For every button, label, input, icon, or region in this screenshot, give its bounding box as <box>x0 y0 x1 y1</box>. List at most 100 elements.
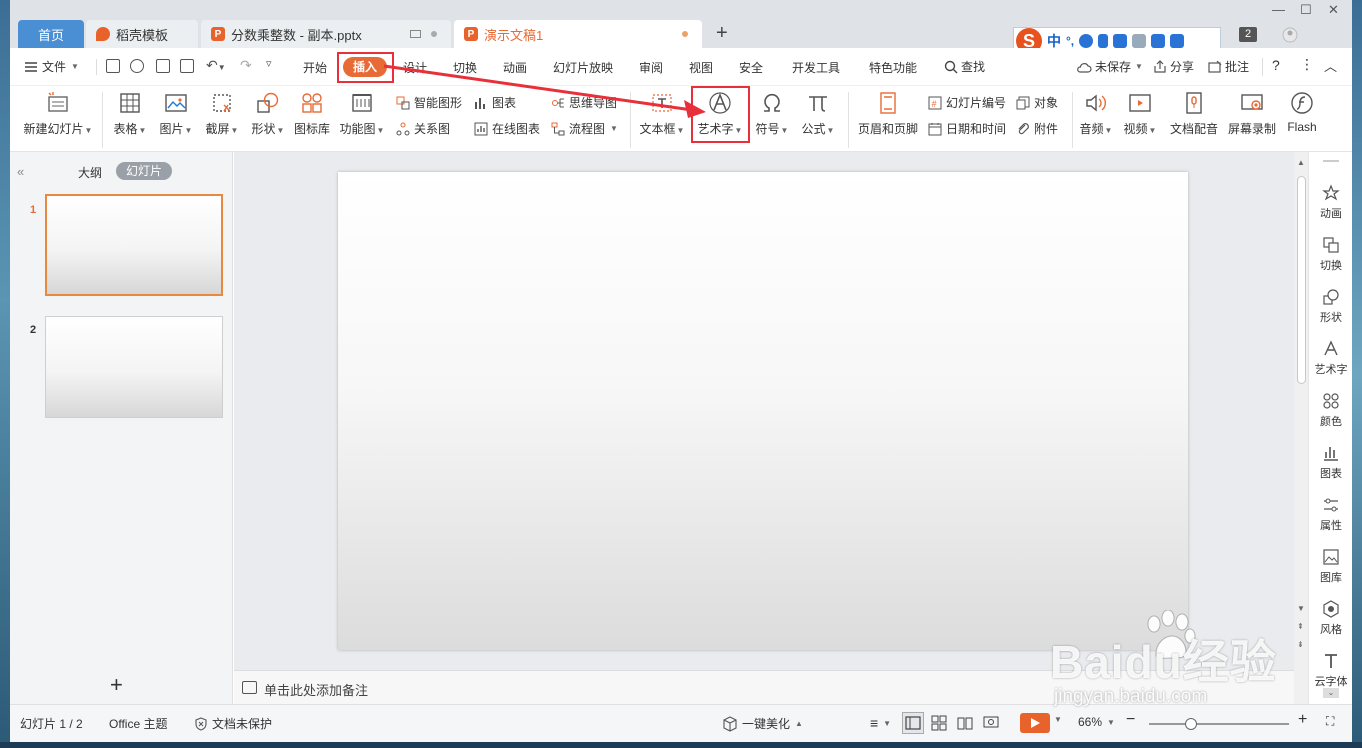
sidebar-wordart[interactable]: 艺术字 <box>1309 340 1353 377</box>
add-slide-plus-icon[interactable]: + <box>110 672 123 698</box>
zoom-slider-knob[interactable] <box>1185 718 1197 730</box>
ime-toolbox-icon[interactable] <box>1170 34 1185 48</box>
file-menu[interactable]: 文件 ▼ <box>24 58 79 75</box>
flash-button[interactable]: Flash <box>1282 86 1322 134</box>
sidebar-gallery[interactable]: 图库 <box>1309 548 1353 585</box>
fit-window-icon[interactable]: ⛶ <box>1326 714 1334 729</box>
header-footer-button[interactable]: 页眉和页脚 <box>856 86 920 137</box>
maximize-icon[interactable]: ☐ <box>1300 2 1312 18</box>
scroll-up-arrow-icon[interactable]: ▲ <box>1297 158 1305 167</box>
slide-thumbnail-1[interactable] <box>45 194 223 296</box>
sidebar-properties[interactable]: 属性 <box>1309 496 1353 533</box>
current-slide[interactable] <box>338 172 1188 650</box>
zoom-in-icon[interactable]: + <box>1298 711 1307 729</box>
textbox-label: 文本框 <box>639 122 676 136</box>
presenter-view-icon[interactable] <box>983 715 999 731</box>
annotate-button[interactable]: 批注 <box>1208 58 1249 75</box>
relation-chart-button[interactable]: 关系图 <box>396 120 450 137</box>
ime-skin-icon[interactable] <box>1151 34 1166 48</box>
help-icon[interactable]: ? <box>1272 57 1280 73</box>
new-tab-plus-icon[interactable]: + <box>716 22 728 45</box>
slides-tab[interactable]: 幻灯片 <box>116 162 172 180</box>
screenshot-button[interactable]: 截屏▼ <box>202 86 242 137</box>
attachment-button[interactable]: 附件 <box>1016 120 1058 137</box>
menu-features[interactable]: 特色功能 <box>869 59 917 76</box>
zoom-slider[interactable] <box>1149 718 1289 730</box>
tab-active-document[interactable]: P 演示文稿1 <box>454 20 702 48</box>
minimize-icon[interactable]: — <box>1272 2 1285 17</box>
video-button[interactable]: 视频▼ <box>1120 86 1160 137</box>
slide-thumbnail-2[interactable] <box>45 316 223 418</box>
formula-button[interactable]: 公式▼ <box>798 86 838 137</box>
ime-punctuation-icon[interactable]: °, <box>1066 34 1074 48</box>
normal-view-button[interactable] <box>902 712 924 734</box>
more-options-icon[interactable]: ⋮ <box>1300 56 1314 73</box>
sidebar-expand-icon[interactable]: ⌄ <box>1323 688 1339 698</box>
sidebar-shape[interactable]: 形状 <box>1309 288 1353 325</box>
play-options-chevron-icon[interactable]: ▼ <box>1054 715 1062 724</box>
one-click-beautify-button[interactable]: 一键美化 ▲ <box>722 715 803 732</box>
monitor-icon[interactable] <box>410 30 421 38</box>
picture-button[interactable]: 图片▼ <box>156 86 196 137</box>
flowchart-button[interactable]: 流程图 ▼ <box>551 120 618 137</box>
search-button[interactable]: 查找 <box>944 58 985 75</box>
menu-security[interactable]: 安全 <box>739 59 763 76</box>
icon-library-button[interactable]: 图标库 <box>292 86 332 137</box>
date-time-button[interactable]: 日期和时间 <box>928 120 1006 137</box>
collapse-panel-icon[interactable]: « <box>17 164 24 179</box>
menu-developer[interactable]: 开发工具 <box>792 59 840 76</box>
window-count-badge[interactable]: 2 <box>1239 27 1257 42</box>
notes-toggle-icon[interactable]: ≡ ▼ <box>870 715 891 731</box>
print-icon[interactable] <box>156 59 170 73</box>
ime-voice-icon[interactable] <box>1098 34 1109 48</box>
unsaved-status-button[interactable]: 未保存 ▼ <box>1076 58 1143 75</box>
calendar-icon <box>928 122 942 136</box>
format-painter-icon[interactable] <box>130 59 144 73</box>
close-icon[interactable]: ✕ <box>1328 2 1339 18</box>
collapse-ribbon-icon[interactable]: ︿ <box>1324 56 1337 75</box>
ime-emoji-icon[interactable] <box>1079 34 1094 48</box>
table-button[interactable]: 表格▼ <box>110 86 150 137</box>
undo-icon[interactable]: ↶▼ <box>206 57 226 74</box>
zoom-out-icon[interactable]: − <box>1126 711 1135 729</box>
outline-tab[interactable]: 大纲 <box>78 164 102 181</box>
sidebar-cloud-font[interactable]: 云字体 <box>1309 652 1353 689</box>
presentation-file-icon: P <box>464 27 478 41</box>
tab-daoke-templates[interactable]: 稻壳模板 <box>86 20 198 48</box>
play-slideshow-button[interactable] <box>1020 713 1050 733</box>
audio-button[interactable]: 音频▼ <box>1076 86 1116 137</box>
print-preview-icon[interactable] <box>180 59 194 73</box>
shape-button[interactable]: 形状▼ <box>248 86 288 137</box>
scrollbar-thumb[interactable] <box>1297 176 1306 384</box>
share-label: 分享 <box>1170 60 1195 74</box>
reading-view-icon[interactable] <box>957 715 973 731</box>
new-slide-label: 新建幻灯片 <box>23 122 84 136</box>
menu-home[interactable]: 开始 <box>303 59 327 76</box>
share-button[interactable]: 分享 <box>1153 58 1194 75</box>
ime-user-icon[interactable] <box>1132 34 1147 48</box>
sidebar-animation[interactable]: 动画 <box>1309 184 1353 221</box>
document-dubbing-button[interactable]: 文档配音 <box>1168 86 1220 137</box>
sidebar-style[interactable]: 风格 <box>1309 600 1353 637</box>
sidebar-chart[interactable]: 图表 <box>1309 444 1353 481</box>
slide-sorter-icon[interactable] <box>931 715 947 731</box>
online-chart-button[interactable]: 在线图表 <box>474 120 540 137</box>
symbol-button[interactable]: 符号▼ <box>752 86 792 137</box>
tab-pptx-document[interactable]: P 分数乘整数 - 副本.pptx <box>201 20 451 48</box>
zoom-level[interactable]: 66% ▼ <box>1078 715 1115 729</box>
slide-number-button[interactable]: # 幻灯片编号 <box>928 94 1006 111</box>
document-protection[interactable]: 文档未保护 <box>194 715 272 732</box>
theme-name[interactable]: Office 主题 <box>109 715 167 732</box>
customize-toolbar-icon[interactable]: ▿ <box>266 57 272 70</box>
object-button[interactable]: 对象 <box>1016 94 1058 111</box>
user-avatar-icon[interactable] <box>1282 27 1298 43</box>
save-icon[interactable] <box>106 59 120 73</box>
new-slide-button[interactable]: 新建幻灯片▼ <box>20 86 96 137</box>
screen-record-button[interactable]: 屏幕录制 <box>1224 86 1280 137</box>
sidebar-label: 属性 <box>1320 520 1342 532</box>
tab-home[interactable]: 首页 <box>18 20 84 48</box>
sidebar-transition[interactable]: 切换 <box>1309 236 1353 273</box>
sidebar-color[interactable]: 颜色 <box>1309 392 1353 429</box>
ime-keyboard-icon[interactable] <box>1113 34 1128 48</box>
redo-icon[interactable]: ↷ <box>240 57 252 74</box>
